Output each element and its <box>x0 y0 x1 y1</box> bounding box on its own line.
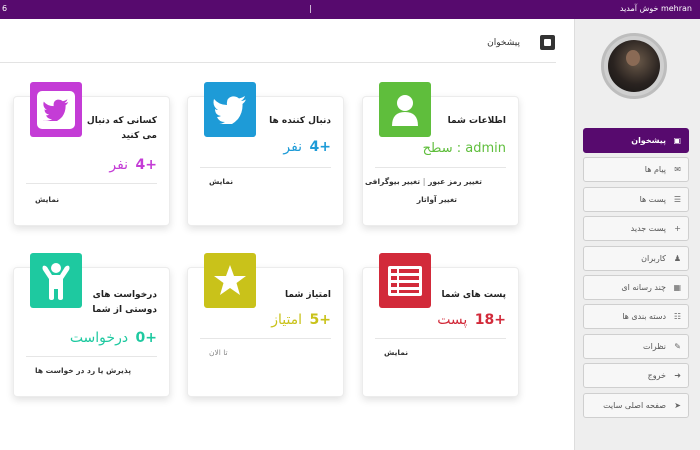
count-unit: پست <box>437 312 468 328</box>
sidebar-item-new-post[interactable]: + پست جدید <box>583 216 689 242</box>
link-separator: | <box>422 177 426 186</box>
change-bio-link[interactable]: تغییر بیوگرافی <box>365 177 420 186</box>
change-password-link[interactable]: تغییر رمز عبور <box>428 177 482 186</box>
sidebar-item-label: پست جدید <box>630 224 666 234</box>
followers-count: +4 نفر <box>283 139 331 155</box>
manage-requests-link[interactable]: پذیرش یا رد در خواست ها <box>35 366 131 375</box>
count-unit: نفر <box>109 157 129 173</box>
sidebar-item-label: کاربران <box>641 253 666 263</box>
card-divider <box>375 338 506 339</box>
logout-icon: ➜ <box>674 371 681 381</box>
sidebar-item-label: صفحه اصلی سایت <box>603 400 666 410</box>
sidebar-item-categories[interactable]: ☷ دسته بندی ها <box>583 304 689 330</box>
count-value: +4 <box>135 157 157 173</box>
requests-count: +0 درخواست <box>70 330 157 346</box>
card-divider <box>26 356 157 357</box>
card-title-line: درخواست های <box>92 290 157 300</box>
image-icon: ▦ <box>673 282 681 292</box>
count-unit: درخواست <box>69 330 129 346</box>
user-icon <box>379 82 431 137</box>
sidebar-item-logout[interactable]: ➜ خروج <box>583 363 689 389</box>
user-info-card: اطلاعات شما سطح : admin تغییر رمز عبور |… <box>362 82 519 226</box>
sidebar-item-label: چند رسانه ای <box>621 282 666 292</box>
sidebar-item-label: پیشخوان <box>631 136 666 145</box>
top-bar-separator: | <box>309 4 312 13</box>
card-title-line: می کنید <box>121 131 157 141</box>
envelope-icon: ✉ <box>674 165 681 175</box>
show-followers-link[interactable]: نمایش <box>209 177 233 186</box>
card-title: اطلاعات شما <box>447 116 506 126</box>
top-bar-number: 6 <box>2 4 8 13</box>
friend-requests-card: درخواست های دوستی از شما +0 درخواست پذیر… <box>13 253 170 397</box>
page-title: پیشخوان <box>487 38 520 48</box>
points-note: تا الان <box>209 348 228 357</box>
card-divider <box>26 183 157 184</box>
users-icon: ♟ <box>673 253 681 263</box>
followers-card: دنبال کننده ها +4 نفر نمایش <box>187 82 344 226</box>
sitemap-icon: ☷ <box>673 312 681 322</box>
twitter-square-icon <box>30 82 82 137</box>
show-following-link[interactable]: نمایش <box>35 195 59 204</box>
sidebar-item-messages[interactable]: ✉ پیام ها <box>583 157 689 183</box>
sidebar-item-users[interactable]: ♟ کاربران <box>583 245 689 271</box>
star-icon <box>204 253 256 308</box>
sidebar-item-label: پیام ها <box>644 165 666 175</box>
sidebar-item-label: نظرات <box>643 341 666 351</box>
count-value: +5 <box>309 312 331 328</box>
welcome-text: خوش آمدید mehran <box>619 4 692 13</box>
plus-icon: + <box>674 224 681 234</box>
card-title: امتیاز شما <box>285 290 331 300</box>
user-level: سطح : admin <box>422 141 506 156</box>
sidebar: ▣ پیشخوان ✉ پیام ها ☰ پست ها + پست جدید … <box>574 19 700 450</box>
card-title: پست های شما <box>441 290 506 300</box>
sidebar-item-posts[interactable]: ☰ پست ها <box>583 186 689 212</box>
page-header: پیشخوان <box>0 30 556 63</box>
sidebar-item-home[interactable]: ➤ صفحه اصلی سایت <box>583 392 689 418</box>
points-card: امتیاز شما +5 امتیاز تا الان <box>187 253 344 397</box>
comments-icon: ✎ <box>674 341 681 351</box>
points-count: +5 امتیاز <box>271 312 331 328</box>
card-divider <box>200 338 331 339</box>
avatar[interactable] <box>601 33 667 99</box>
sidebar-item-media[interactable]: ▦ چند رسانه ای <box>583 274 689 300</box>
sidebar-item-label: خروج <box>647 371 666 381</box>
show-posts-link[interactable]: نمایش <box>384 348 408 357</box>
card-title-line: دوستی از شما <box>92 305 157 315</box>
dashboard-icon: ▣ <box>673 136 681 145</box>
top-bar: 6 | خوش آمدید mehran <box>0 0 700 19</box>
change-avatar-link[interactable]: تغییر آواتار <box>417 195 457 204</box>
card-title: دنبال کننده ها <box>269 116 331 126</box>
sidebar-menu: ▣ پیشخوان ✉ پیام ها ☰ پست ها + پست جدید … <box>583 128 689 422</box>
dashboard-logo-icon <box>540 35 555 50</box>
count-value: +18 <box>474 312 506 328</box>
count-unit: نفر <box>283 139 303 155</box>
count-value: +0 <box>135 330 157 346</box>
profile-links: تغییر رمز عبور | تغییر بیوگرافی <box>365 177 482 186</box>
sidebar-item-comments[interactable]: ✎ نظرات <box>583 333 689 359</box>
list-alt-icon <box>379 253 431 308</box>
list-icon: ☰ <box>673 194 681 204</box>
following-count: +4 نفر <box>109 157 157 173</box>
sidebar-item-dashboard[interactable]: ▣ پیشخوان <box>583 128 689 153</box>
sidebar-item-label: دسته بندی ها <box>622 312 666 322</box>
card-divider <box>375 167 506 168</box>
card-title: کسانی که دنبال می کنید <box>87 114 157 144</box>
card-title-line: کسانی که دنبال <box>86 116 157 126</box>
following-card: کسانی که دنبال می کنید +4 نفر نمایش <box>13 82 170 226</box>
posts-card: پست های شما +18 پست نمایش <box>362 253 519 397</box>
arrow-right-icon: ➤ <box>674 400 681 410</box>
count-value: +4 <box>309 139 331 155</box>
posts-count: +18 پست <box>437 312 506 328</box>
sidebar-item-label: پست ها <box>639 194 666 204</box>
child-user-icon <box>30 253 82 308</box>
card-title: درخواست های دوستی از شما <box>92 288 157 318</box>
card-divider <box>200 167 331 168</box>
twitter-icon <box>204 82 256 137</box>
count-unit: امتیاز <box>271 312 303 328</box>
